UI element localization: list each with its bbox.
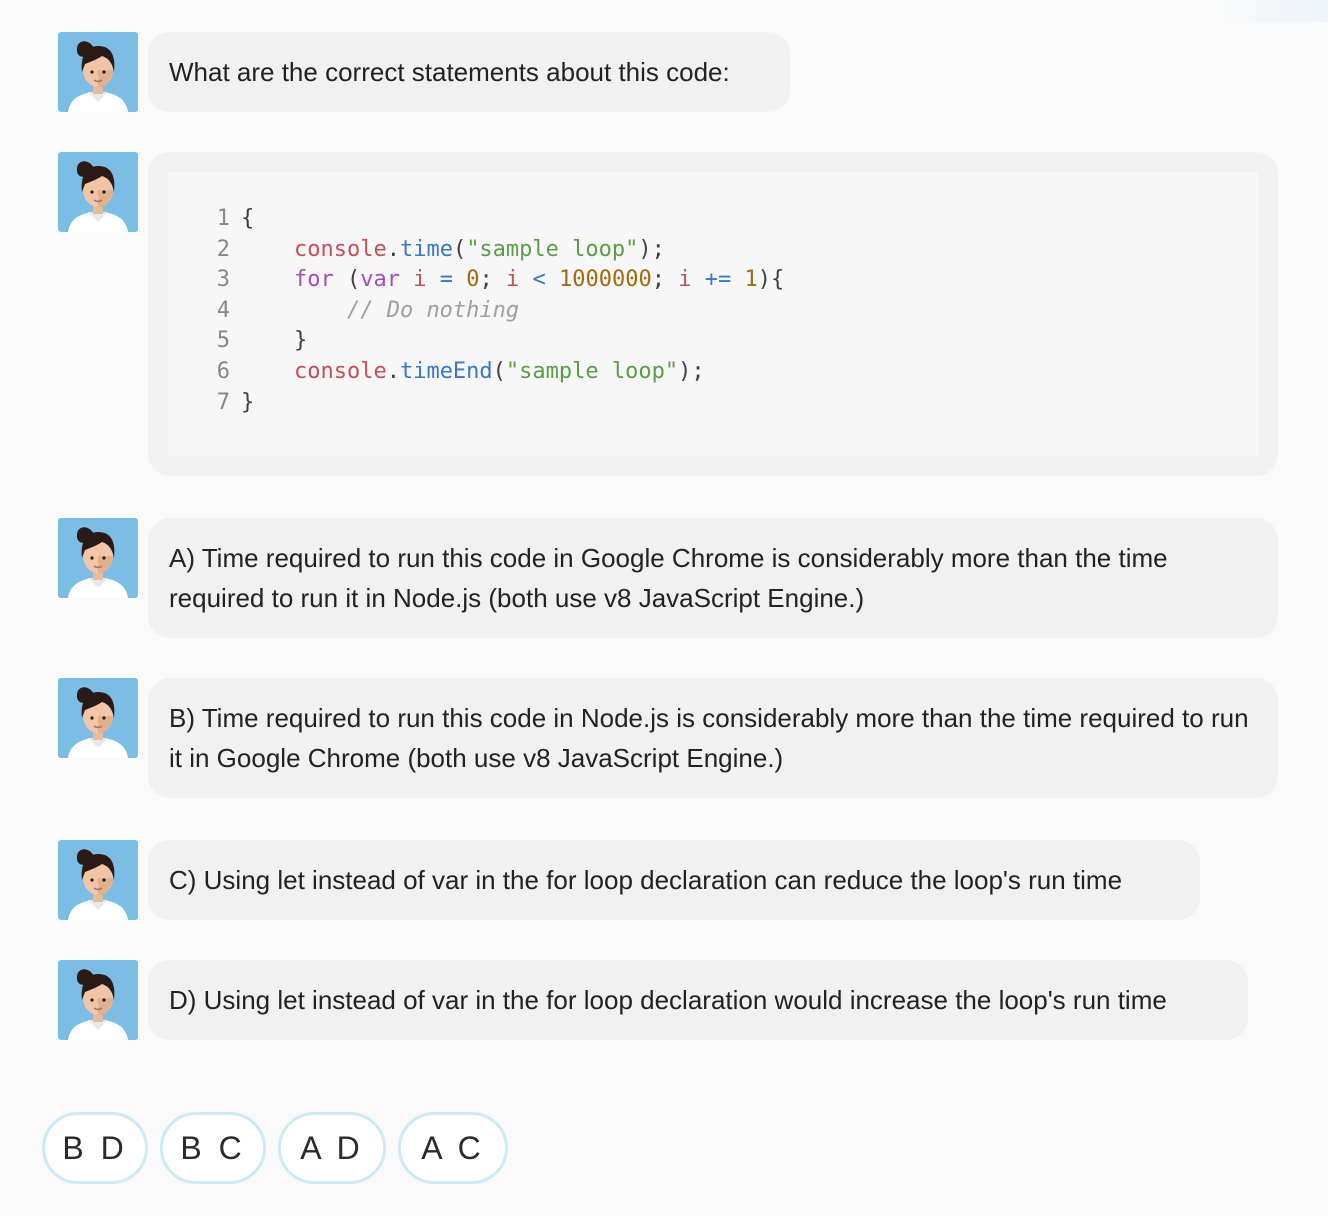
message-text: D) Using let instead of var in the for l…: [169, 985, 1167, 1015]
code-line: 7}: [212, 388, 1258, 419]
line-number: 4: [216, 297, 230, 323]
code-token: 0: [466, 267, 480, 293]
code-token: timeEnd: [399, 358, 493, 384]
code-token: 1: [744, 267, 758, 293]
avatar: [58, 152, 138, 232]
message-bubble: C) Using let instead of var in the for l…: [148, 840, 1200, 920]
woman-avatar-icon: [68, 527, 128, 598]
woman-avatar-icon: [68, 161, 128, 232]
line-number: 6: [216, 358, 230, 384]
answer-option-ad-button[interactable]: A D: [278, 1112, 386, 1184]
code-token: "sample loop": [466, 236, 639, 262]
code-token: +=: [704, 267, 732, 293]
code-block: 1{ 2 console.time("sample loop"); 3 for …: [168, 172, 1258, 456]
message-text: What are the correct statements about th…: [169, 57, 730, 87]
chat-message: What are the correct statements about th…: [58, 32, 790, 112]
line-number: 7: [216, 389, 230, 415]
code-token: for: [293, 267, 334, 293]
code-line: 2 console.time("sample loop");: [212, 235, 1258, 266]
code-token: console: [293, 236, 387, 262]
woman-avatar-icon: [68, 849, 128, 920]
woman-avatar-icon: [68, 41, 128, 112]
code-token: (: [492, 358, 506, 384]
code-token: console: [293, 358, 387, 384]
answer-options: B D B C A D A C: [42, 1112, 520, 1184]
avatar: [58, 678, 138, 758]
message-bubble: What are the correct statements about th…: [148, 32, 790, 112]
code-line: 4 // Do nothing: [212, 296, 1258, 327]
avatar: [58, 840, 138, 920]
code-token: }: [241, 389, 255, 415]
chat-message-option-d: D) Using let instead of var in the for l…: [58, 960, 1248, 1040]
avatar: [58, 32, 138, 112]
message-bubble: D) Using let instead of var in the for l…: [148, 960, 1248, 1040]
woman-avatar-icon: [68, 969, 128, 1040]
code-token: {: [241, 206, 255, 231]
code-token: var: [360, 267, 400, 293]
line-number: 1: [216, 206, 230, 231]
chat-message-option-b: B) Time required to run this code in Nod…: [58, 678, 1278, 798]
line-number: 2: [216, 236, 230, 262]
code-token: (: [333, 267, 361, 293]
message-text: B) Time required to run this code in Nod…: [169, 703, 1249, 773]
code-token: i: [413, 267, 427, 293]
code-token: }: [293, 328, 308, 354]
top-right-decoration: [1208, 0, 1328, 22]
answer-option-bc-button[interactable]: B C: [160, 1112, 266, 1184]
chat-message-code: 1{ 2 console.time("sample loop"); 3 for …: [58, 152, 1278, 476]
code-line: 6 console.timeEnd("sample loop");: [212, 357, 1258, 388]
answer-option-bd-button[interactable]: B D: [42, 1112, 148, 1184]
code-line: 5 }: [212, 326, 1258, 357]
avatar: [58, 960, 138, 1040]
code-token: ){: [757, 267, 785, 293]
code-token: .: [386, 236, 400, 262]
code-token: (: [452, 236, 467, 262]
code-token: "sample loop": [505, 358, 679, 384]
answer-option-ac-button[interactable]: A C: [398, 1112, 508, 1184]
line-number: 3: [216, 267, 230, 293]
message-text: C) Using let instead of var in the for l…: [169, 865, 1123, 895]
code-token: time: [399, 236, 453, 262]
code-token: i: [678, 267, 692, 293]
code-token: );: [638, 236, 665, 262]
code-token: =: [439, 267, 453, 293]
code-token: .: [386, 358, 400, 384]
message-text: A) Time required to run this code in Goo…: [169, 543, 1168, 613]
code-token: <: [532, 267, 546, 293]
chat-message-option-c: C) Using let instead of var in the for l…: [58, 840, 1200, 920]
code-comment: // Do nothing: [346, 297, 520, 323]
code-line: 1{: [212, 204, 1258, 235]
code-bubble: 1{ 2 console.time("sample loop"); 3 for …: [148, 152, 1278, 476]
chat-message-option-a: A) Time required to run this code in Goo…: [58, 518, 1278, 638]
message-bubble: B) Time required to run this code in Nod…: [148, 678, 1278, 798]
code-token: ;: [479, 267, 493, 293]
code-token: ;: [651, 267, 665, 293]
code-token: );: [678, 358, 705, 384]
code-token: 1000000: [558, 267, 652, 293]
avatar: [58, 518, 138, 598]
code-token: i: [505, 267, 520, 293]
woman-avatar-icon: [68, 687, 128, 758]
line-number: 5: [216, 328, 230, 354]
message-bubble: A) Time required to run this code in Goo…: [148, 518, 1278, 638]
code-line: 3 for (var i = 0; i < 1000000; i += 1){: [212, 265, 1258, 296]
